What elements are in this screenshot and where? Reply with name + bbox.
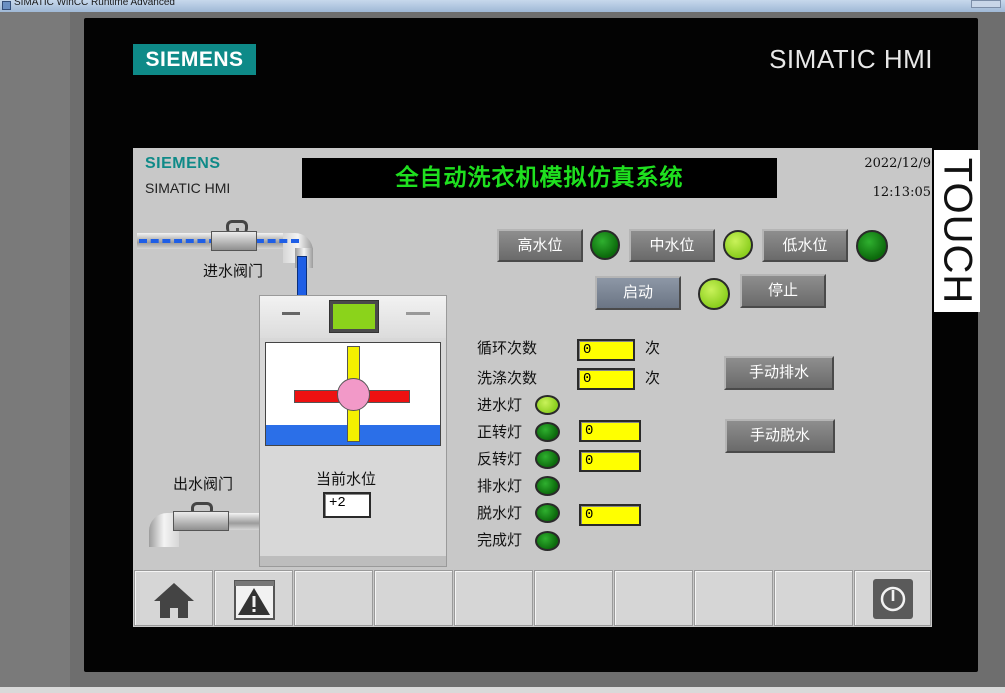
low-level-lamp: [856, 230, 888, 262]
screen-brand: SIEMENS: [145, 155, 221, 172]
cycle-count-value[interactable]: 0: [577, 339, 635, 361]
washing-machine: 当前水位 +2: [259, 295, 447, 567]
start-button[interactable]: 启动: [595, 276, 681, 310]
power-icon: [873, 579, 913, 619]
nav-button-9[interactable]: [774, 570, 853, 626]
forward-lamp: [535, 422, 560, 442]
window-controls[interactable]: [971, 0, 1001, 8]
screen-model: SIMATIC HMI: [145, 180, 231, 196]
reverse-lamp-label: 反转灯: [477, 450, 523, 468]
page-title: 全自动洗衣机模拟仿真系统: [302, 158, 777, 198]
date-display: 2022/12/9: [864, 156, 931, 171]
high-level-lamp: [590, 230, 620, 260]
cycle-count-unit: 次: [645, 339, 661, 357]
inlet-valve-body: [211, 231, 257, 251]
reverse-count-value[interactable]: 0: [579, 450, 641, 472]
window-title: SIMATIC WinCC Runtime Advanced: [14, 0, 175, 8]
time-display: 12:13:05: [872, 185, 931, 200]
high-level-button[interactable]: 高水位: [497, 229, 583, 262]
nav-button-6[interactable]: [534, 570, 613, 626]
machine-base: [260, 556, 446, 566]
nav-alarm-button[interactable]: [214, 570, 293, 626]
mid-level-button[interactable]: 中水位: [629, 229, 715, 262]
alarm-icon: [234, 580, 275, 620]
hmi-screen: SIEMENS SIMATIC HMI 全自动洗衣机模拟仿真系统 2022/12…: [133, 148, 932, 627]
drain-lamp: [535, 476, 560, 496]
water-level-label: 当前水位: [316, 470, 377, 488]
machine-badge: [282, 312, 300, 315]
nav-button-4[interactable]: [374, 570, 453, 626]
stop-button[interactable]: 停止: [740, 274, 826, 308]
window-title-bar: SIMATIC WinCC Runtime Advanced: [0, 0, 1005, 12]
drain-lamp-label: 排水灯: [477, 477, 523, 495]
outlet-valve-label: 出水阀门: [173, 475, 234, 493]
inlet-lamp-label: 进水灯: [477, 396, 523, 414]
manual-spin-button[interactable]: 手动脱水: [725, 419, 835, 453]
nav-home-button[interactable]: [134, 570, 213, 626]
machine-buttons: [406, 312, 430, 315]
wash-tub: [265, 342, 441, 446]
water-level-value: +2: [323, 492, 371, 518]
app-icon: [2, 1, 11, 10]
wash-count-unit: 次: [645, 369, 661, 387]
nav-button-3[interactable]: [294, 570, 373, 626]
cycle-count-label: 循环次数: [477, 339, 538, 357]
spin-lamp-label: 脱水灯: [477, 504, 523, 522]
manual-drain-button[interactable]: 手动排水: [724, 356, 834, 390]
nav-button-5[interactable]: [454, 570, 533, 626]
run-lamp: [698, 278, 730, 310]
reverse-lamp: [535, 449, 560, 469]
bottom-nav-bar: [133, 569, 932, 627]
nav-button-8[interactable]: [694, 570, 773, 626]
bottom-strip: [0, 687, 1005, 693]
spin-count-value[interactable]: 0: [579, 504, 641, 526]
nav-power-button[interactable]: [854, 570, 931, 626]
siemens-logo: SIEMENS: [133, 44, 256, 75]
home-icon: [154, 583, 194, 618]
nav-button-7[interactable]: [614, 570, 693, 626]
touch-label: TOUCH: [934, 150, 980, 312]
wash-count-value[interactable]: 0: [577, 368, 635, 390]
left-margin: [0, 12, 70, 693]
done-lamp-label: 完成灯: [477, 531, 523, 549]
spin-lamp: [535, 503, 560, 523]
inlet-valve-label: 进水阀门: [203, 262, 264, 280]
device-model-label: SIMATIC HMI: [769, 44, 933, 74]
agitator-hub: [337, 378, 370, 411]
wincc-runtime-window: SIMATIC WinCC Runtime Advanced SIEMENS S…: [0, 0, 1005, 693]
forward-count-value[interactable]: 0: [579, 420, 641, 442]
done-lamp: [535, 531, 560, 551]
mid-level-lamp: [723, 230, 753, 260]
low-level-button[interactable]: 低水位: [762, 229, 848, 262]
wash-count-label: 洗涤次数: [477, 369, 538, 387]
outlet-valve-body: [173, 511, 229, 531]
inlet-lamp: [535, 395, 560, 415]
forward-lamp-label: 正转灯: [477, 423, 523, 441]
machine-display: [329, 300, 379, 333]
